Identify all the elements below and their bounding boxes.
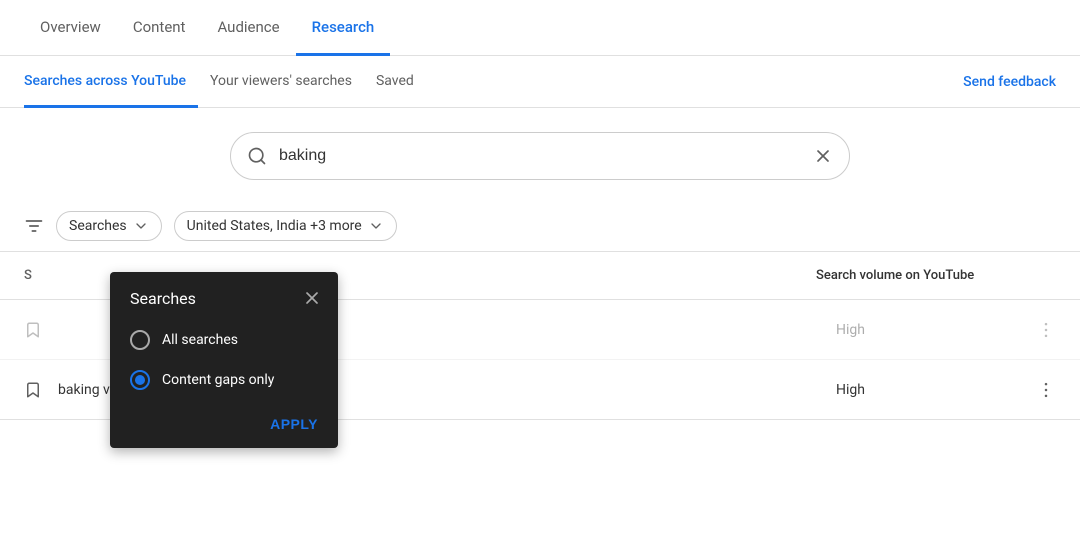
option-content-gaps[interactable]: Content gaps only [110,360,338,400]
search-icon [247,146,267,166]
tab-audience[interactable]: Audience [201,0,295,56]
search-input[interactable] [279,147,813,165]
location-chip-label: United States, India +3 more [187,218,362,234]
option-all-searches-label: All searches [162,332,238,348]
sub-nav: Searches across YouTube Your viewers' se… [0,56,1080,108]
bookmark-icon[interactable] [24,321,42,339]
searches-chip-label: Searches [69,218,127,234]
option-all-searches[interactable]: All searches [110,320,338,360]
searches-filter-chip[interactable]: Searches [56,211,162,241]
subnav-viewers-searches[interactable]: Your viewers' searches [198,56,364,108]
search-container [0,108,1080,200]
apply-button[interactable]: APPLY [270,416,318,432]
row-volume: High [836,382,1036,398]
tab-research[interactable]: Research [296,0,391,56]
more-options-icon[interactable] [1036,320,1056,340]
more-options-icon[interactable] [1036,380,1056,400]
dropdown-close-icon[interactable] [302,288,322,308]
subnav-searches-across-youtube[interactable]: Searches across YouTube [24,56,198,108]
location-filter-chip[interactable]: United States, India +3 more [174,211,397,241]
searches-dropdown: Searches All searches Content gaps only … [110,272,338,448]
clear-icon[interactable] [813,146,833,166]
send-feedback-link[interactable]: Send feedback [963,74,1056,90]
filter-lines-icon[interactable] [24,216,44,236]
radio-content-gaps [130,370,150,390]
col-volume-header: Search volume on YouTube [816,268,1016,283]
filter-row: Searches United States, India +3 more [0,200,1080,252]
top-nav: Overview Content Audience Research [0,0,1080,56]
option-content-gaps-label: Content gaps only [162,372,274,388]
bookmark-icon[interactable] [24,381,42,399]
dropdown-apply-section: APPLY [110,400,338,448]
search-box [230,132,850,180]
dropdown-title: Searches [130,289,196,308]
radio-inner-dot [135,375,145,385]
tab-content[interactable]: Content [117,0,202,56]
tab-overview[interactable]: Overview [24,0,117,56]
subnav-saved[interactable]: Saved [364,56,426,108]
row-volume: High [836,322,1036,338]
radio-all-searches [130,330,150,350]
dropdown-header: Searches [110,272,338,320]
